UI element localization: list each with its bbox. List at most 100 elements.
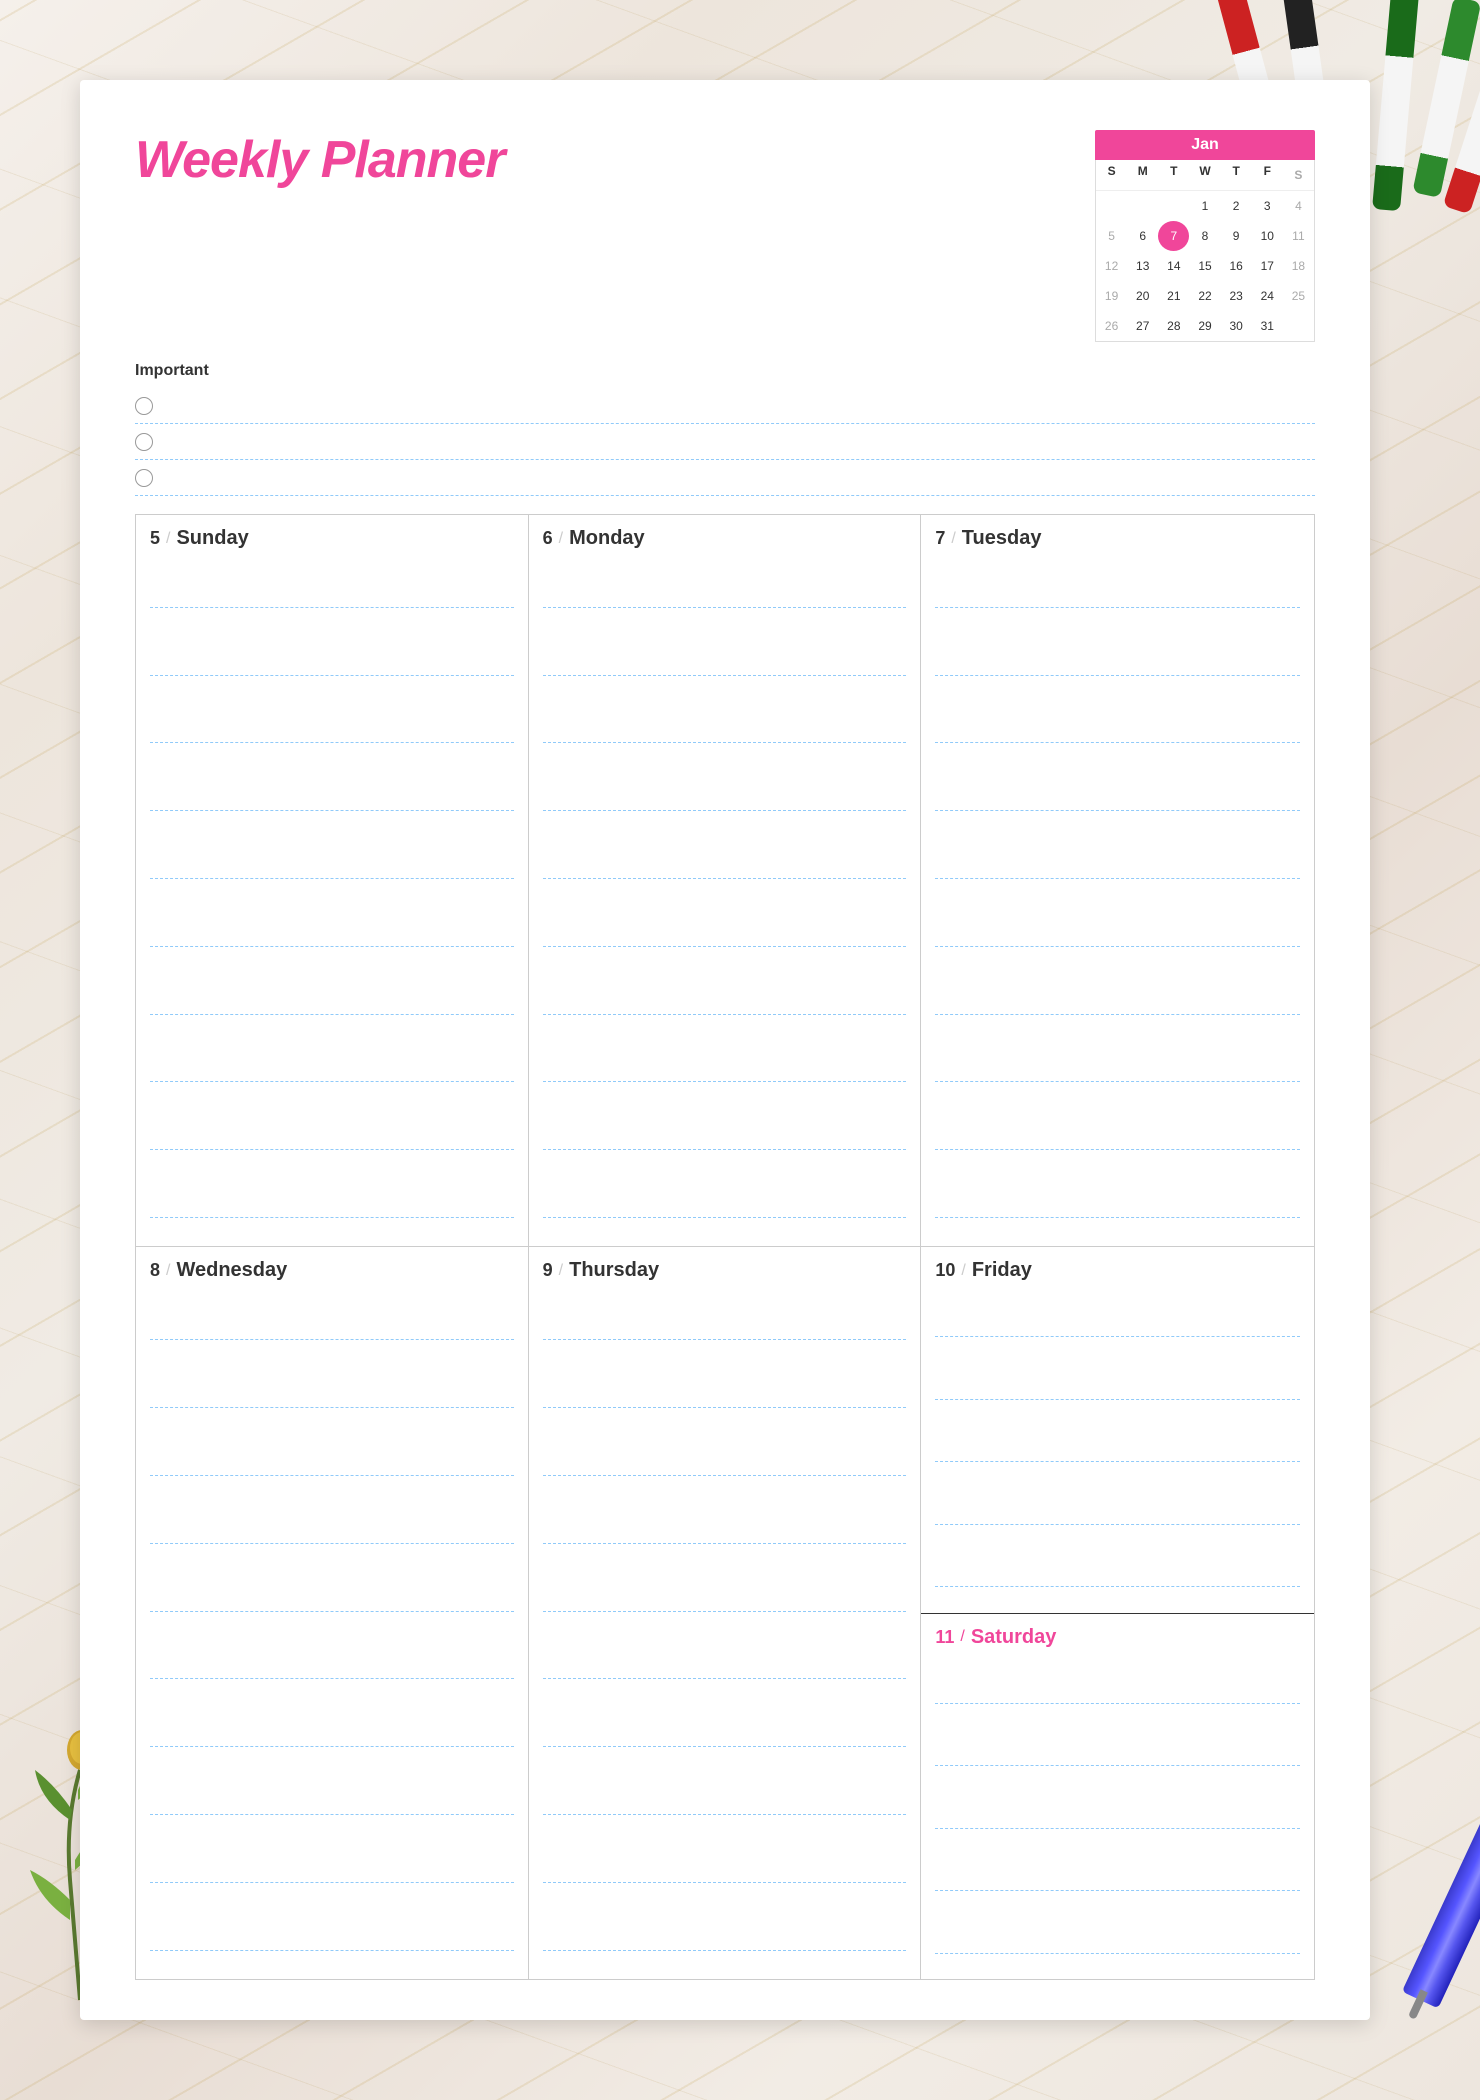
line[interactable] (150, 715, 514, 743)
line[interactable] (543, 1651, 907, 1679)
line[interactable] (935, 715, 1300, 743)
line[interactable] (150, 1516, 514, 1544)
line[interactable] (543, 715, 907, 743)
line[interactable] (935, 783, 1300, 811)
line[interactable] (543, 1719, 907, 1747)
day-name-sunday: Sunday (176, 527, 248, 550)
line[interactable] (150, 783, 514, 811)
line[interactable] (150, 580, 514, 608)
cal-day-S2: S (1283, 160, 1314, 191)
day-number-wednesday: 8 (150, 1260, 160, 1281)
day-number-tuesday: 7 (935, 528, 945, 549)
line[interactable] (935, 919, 1300, 947)
line[interactable] (150, 1787, 514, 1815)
marker-green-dark (1372, 0, 1419, 211)
line[interactable] (150, 1122, 514, 1150)
cal-cell-12: 12 (1096, 251, 1127, 281)
line[interactable] (543, 987, 907, 1015)
day-lines-sunday (150, 560, 514, 1238)
checkbox-3[interactable] (135, 469, 153, 487)
line[interactable] (935, 1434, 1300, 1462)
line[interactable] (543, 1380, 907, 1408)
day-cell-friday-saturday: 10 / Friday 11 / Saturday (921, 1247, 1314, 1979)
cal-cell-19: 19 (1096, 281, 1127, 311)
cal-cell-18: 18 (1283, 251, 1314, 281)
line[interactable] (543, 1584, 907, 1612)
line[interactable] (543, 1787, 907, 1815)
line[interactable] (935, 1497, 1300, 1525)
line[interactable] (150, 648, 514, 676)
line[interactable] (935, 1309, 1300, 1337)
line[interactable] (543, 1855, 907, 1883)
line[interactable] (150, 1923, 514, 1951)
line[interactable] (935, 1122, 1300, 1150)
line[interactable] (935, 1863, 1300, 1891)
cal-cell-empty3 (1158, 191, 1189, 221)
line[interactable] (935, 580, 1300, 608)
line[interactable] (543, 851, 907, 879)
important-section: Important (135, 362, 1315, 496)
day-slash-saturday: / (960, 1628, 964, 1646)
line[interactable] (150, 987, 514, 1015)
cal-cell-14: 14 (1158, 251, 1189, 281)
cal-cell-empty-end (1283, 311, 1314, 341)
cal-cell-5: 5 (1096, 221, 1127, 251)
cal-cell-26: 26 (1096, 311, 1127, 341)
day-lines-monday (543, 560, 907, 1238)
line[interactable] (543, 783, 907, 811)
line[interactable] (935, 1926, 1300, 1954)
line[interactable] (543, 1516, 907, 1544)
line[interactable] (543, 919, 907, 947)
day-header-sunday: 5 / Sunday (150, 527, 514, 550)
day-name-tuesday: Tuesday (962, 527, 1042, 550)
line[interactable] (935, 1190, 1300, 1218)
line[interactable] (543, 1312, 907, 1340)
line[interactable] (150, 1651, 514, 1679)
line[interactable] (150, 1380, 514, 1408)
line[interactable] (935, 987, 1300, 1015)
day-name-saturday: Saturday (971, 1626, 1057, 1649)
day-lines-tuesday (935, 560, 1300, 1238)
line[interactable] (935, 851, 1300, 879)
line[interactable] (150, 919, 514, 947)
line[interactable] (150, 1448, 514, 1476)
day-cell-friday: 10 / Friday (921, 1247, 1314, 1614)
line[interactable] (935, 648, 1300, 676)
line[interactable] (150, 1719, 514, 1747)
day-lines-wednesday (150, 1292, 514, 1971)
line[interactable] (150, 1584, 514, 1612)
day-header-tuesday: 7 / Tuesday (935, 527, 1300, 550)
day-number-friday: 10 (935, 1260, 955, 1281)
checkbox-1[interactable] (135, 397, 153, 415)
important-row-3 (135, 460, 1315, 496)
line[interactable] (543, 1190, 907, 1218)
day-slash-monday: / (559, 530, 563, 548)
day-header-friday: 10 / Friday (935, 1259, 1300, 1282)
day-lines-saturday (935, 1659, 1300, 1972)
line[interactable] (150, 1312, 514, 1340)
line[interactable] (935, 1676, 1300, 1704)
line[interactable] (935, 1372, 1300, 1400)
day-slash-friday: / (961, 1262, 965, 1280)
line[interactable] (543, 1448, 907, 1476)
day-name-wednesday: Wednesday (176, 1259, 287, 1282)
line[interactable] (150, 1855, 514, 1883)
line[interactable] (935, 1054, 1300, 1082)
line[interactable] (935, 1801, 1300, 1829)
checkbox-2[interactable] (135, 433, 153, 451)
cal-cell-30: 30 (1221, 311, 1252, 341)
line[interactable] (543, 1054, 907, 1082)
line[interactable] (543, 1122, 907, 1150)
line[interactable] (150, 851, 514, 879)
page-title: Weekly Planner (135, 130, 504, 190)
line[interactable] (150, 1190, 514, 1218)
line[interactable] (543, 1923, 907, 1951)
line[interactable] (935, 1738, 1300, 1766)
line[interactable] (935, 1559, 1300, 1587)
cal-cell-29: 29 (1189, 311, 1220, 341)
planner-page: Weekly Planner Jan S M T W T F S 1 2 3 4 (80, 80, 1370, 2020)
line[interactable] (543, 580, 907, 608)
important-label: Important (135, 362, 1315, 380)
line[interactable] (543, 648, 907, 676)
line[interactable] (150, 1054, 514, 1082)
